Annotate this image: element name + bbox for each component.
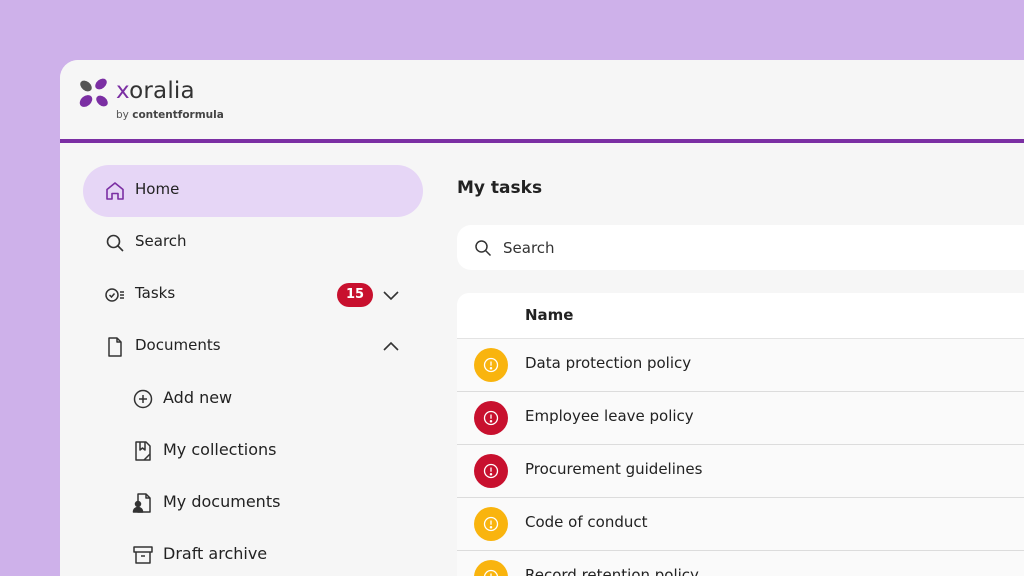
sidebar-item-tasks[interactable]: Tasks 15 <box>83 269 423 321</box>
chevron-down-icon[interactable] <box>381 283 401 307</box>
column-header-name[interactable]: Name <box>525 306 573 324</box>
search-bar[interactable] <box>457 225 1024 270</box>
table-header: Name <box>457 293 1024 339</box>
sidebar-item-my-collections[interactable]: My collections <box>83 425 423 477</box>
sidebar-item-label: Draft archive <box>163 544 268 563</box>
alert-icon <box>483 463 499 479</box>
table-row[interactable]: Data protection policy <box>457 339 1024 392</box>
warning-icon <box>483 357 499 373</box>
brand-name-rest: oralia <box>129 78 195 104</box>
sidebar-item-label: Tasks <box>135 284 176 302</box>
status-badge <box>474 348 508 382</box>
plus-circle-icon <box>133 389 153 409</box>
row-name: Procurement guidelines <box>525 460 703 478</box>
brand-name-prefix: x <box>116 78 130 104</box>
status-badge <box>474 454 508 488</box>
sidebar-item-label: Add new <box>163 388 233 407</box>
sidebar-item-label: Documents <box>135 336 221 354</box>
main-content: My tasks Name Data protection policy Emp… <box>440 143 1024 576</box>
archive-icon <box>133 546 153 564</box>
table-row[interactable]: Employee leave policy <box>457 392 1024 445</box>
app-window: xoralia by contentformula Home Search Ta… <box>60 60 1024 576</box>
byline-company: contentformula <box>132 109 224 121</box>
sidebar: Home Search Tasks 15 Documents Add new M… <box>60 143 440 576</box>
table-row[interactable]: Code of conduct <box>457 498 1024 551</box>
byline-prefix: by <box>116 109 133 121</box>
search-input[interactable] <box>501 235 905 261</box>
sidebar-item-label: Search <box>135 232 187 250</box>
row-name: Record retention policy <box>525 566 699 576</box>
warning-icon <box>483 516 499 532</box>
table-row[interactable]: Record retention policy <box>457 551 1024 576</box>
search-icon <box>475 240 492 257</box>
search-icon <box>106 234 124 252</box>
table-row[interactable]: Procurement guidelines <box>457 445 1024 498</box>
sidebar-item-label: My documents <box>163 492 281 511</box>
page-title: My tasks <box>457 178 543 198</box>
status-badge <box>474 560 508 576</box>
row-name: Data protection policy <box>525 354 692 372</box>
status-badge <box>474 401 508 435</box>
document-icon <box>108 337 122 357</box>
sidebar-item-add-new[interactable]: Add new <box>83 373 423 425</box>
collection-icon <box>135 441 151 461</box>
chevron-up-icon[interactable] <box>381 335 401 359</box>
tasks-table: Name Data protection policy Employee lea… <box>457 293 1024 576</box>
row-name: Code of conduct <box>525 513 648 531</box>
sidebar-item-my-documents[interactable]: My documents <box>83 477 423 529</box>
status-badge <box>474 507 508 541</box>
logo-mark-icon <box>79 78 108 107</box>
sidebar-item-label: Home <box>135 180 180 198</box>
brand-name: xoralia <box>116 78 195 104</box>
sidebar-item-draft-archive[interactable]: Draft archive <box>83 529 423 576</box>
tasks-count-badge: 15 <box>337 283 373 307</box>
app-header: xoralia by contentformula <box>60 60 1024 143</box>
sidebar-item-home[interactable]: Home <box>83 165 423 217</box>
brand-byline: by contentformula <box>116 109 224 121</box>
tasks-icon <box>105 288 124 302</box>
sidebar-item-documents[interactable]: Documents <box>83 321 423 373</box>
home-icon <box>106 182 124 200</box>
alert-icon <box>483 410 499 426</box>
sidebar-item-search[interactable]: Search <box>83 217 423 269</box>
user-document-icon <box>132 493 151 513</box>
sidebar-item-label: My collections <box>163 440 277 459</box>
warning-icon <box>483 569 499 576</box>
row-name: Employee leave policy <box>525 407 694 425</box>
